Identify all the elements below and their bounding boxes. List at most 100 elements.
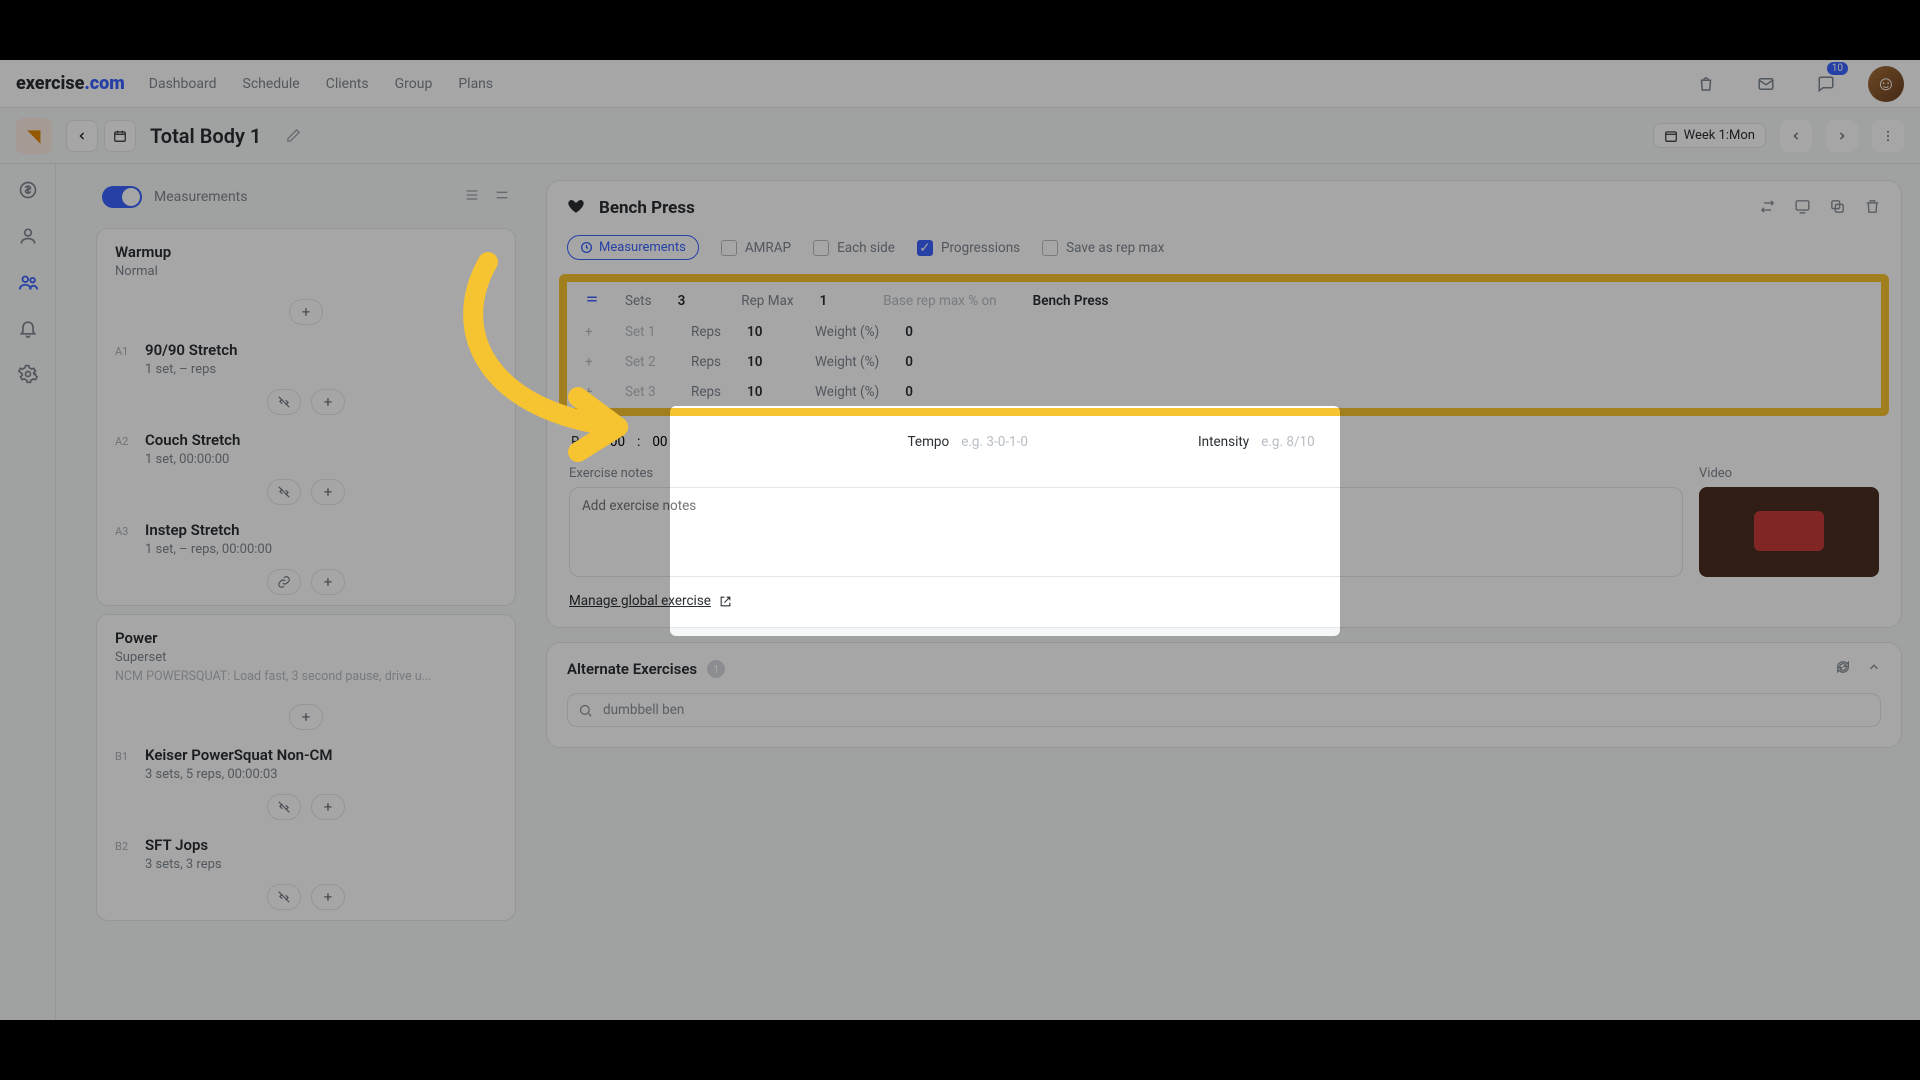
nav-schedule[interactable]: Schedule bbox=[243, 76, 300, 92]
brand-logo: exercise.com bbox=[16, 73, 125, 94]
unlink-button[interactable] bbox=[267, 884, 301, 910]
more-menu-button[interactable] bbox=[1872, 120, 1904, 152]
exercise-tag: B1 bbox=[115, 750, 137, 763]
week-selector[interactable]: Week 1:Mon bbox=[1653, 123, 1766, 148]
weight-value[interactable]: 0 bbox=[905, 384, 929, 400]
exercise-name[interactable]: 90/90 Stretch bbox=[145, 341, 237, 359]
add-button[interactable]: + bbox=[289, 299, 323, 325]
weight-value[interactable]: 0 bbox=[905, 324, 929, 340]
rail-group-icon[interactable] bbox=[16, 270, 40, 294]
bag-icon[interactable] bbox=[1688, 66, 1724, 102]
drag-icon[interactable] bbox=[585, 292, 599, 310]
link-button[interactable] bbox=[267, 569, 301, 595]
amrap-checkbox[interactable]: AMRAP bbox=[721, 240, 791, 256]
trash-icon[interactable] bbox=[1864, 198, 1881, 219]
chat-icon[interactable]: 10 bbox=[1808, 66, 1844, 102]
sets-label: Sets bbox=[625, 293, 652, 309]
save-rep-max-checkbox[interactable]: Save as rep max bbox=[1042, 240, 1164, 256]
rest-label: Rest bbox=[571, 434, 598, 450]
add-button[interactable]: + bbox=[289, 704, 323, 730]
weight-label: Weight (%) bbox=[815, 324, 879, 340]
rest-min[interactable]: 00 bbox=[610, 434, 625, 450]
nav-dashboard[interactable]: Dashboard bbox=[149, 76, 217, 92]
calendar-button[interactable] bbox=[104, 120, 136, 152]
exercise-title: Bench Press bbox=[599, 198, 695, 218]
collapse-icon[interactable] bbox=[1867, 659, 1881, 679]
add-button[interactable]: + bbox=[311, 479, 345, 505]
repmax-value[interactable]: 1 bbox=[820, 293, 828, 309]
each-side-checkbox[interactable]: Each side bbox=[813, 240, 895, 256]
add-button[interactable]: + bbox=[311, 794, 345, 820]
notes-textarea[interactable] bbox=[569, 487, 1683, 577]
copy-icon[interactable] bbox=[1829, 198, 1846, 219]
add-button[interactable]: + bbox=[311, 884, 345, 910]
exercise-name[interactable]: SFT Jops bbox=[145, 836, 208, 854]
prev-week-button[interactable] bbox=[1780, 120, 1812, 152]
unlink-button[interactable] bbox=[267, 389, 301, 415]
exercise-name[interactable]: Couch Stretch bbox=[145, 431, 240, 449]
exercise-meta: 1 set, – reps, 00:00:00 bbox=[145, 542, 497, 557]
reps-label: Reps bbox=[691, 384, 721, 400]
edit-title-icon[interactable] bbox=[275, 118, 311, 154]
swap-icon[interactable] bbox=[1759, 198, 1776, 219]
progressions-checkbox[interactable]: ✓Progressions bbox=[917, 240, 1020, 256]
refresh-icon[interactable] bbox=[1835, 659, 1851, 679]
unlink-button[interactable] bbox=[267, 479, 301, 505]
block-title: Warmup bbox=[115, 243, 497, 261]
exercise-meta: 1 set, – reps bbox=[145, 362, 497, 377]
add-set-icon[interactable]: + bbox=[585, 384, 599, 400]
mail-icon[interactable] bbox=[1748, 66, 1784, 102]
set-row: + Set 2 Reps 10 Weight (%) 0 bbox=[585, 340, 1863, 370]
exercise-name[interactable]: Keiser PowerSquat Non-CM bbox=[145, 746, 333, 764]
reps-value[interactable]: 10 bbox=[747, 354, 771, 370]
list-icon[interactable] bbox=[464, 187, 480, 207]
tempo-label: Tempo bbox=[908, 434, 950, 450]
rail-bell-icon[interactable] bbox=[16, 316, 40, 340]
repmax-label: Rep Max bbox=[741, 293, 793, 309]
notifications-badge: 10 bbox=[1827, 62, 1848, 75]
intensity-input[interactable]: e.g. 8/10 bbox=[1261, 434, 1315, 450]
video-thumbnail[interactable] bbox=[1699, 487, 1879, 577]
measurements-chip[interactable]: Measurements bbox=[567, 235, 699, 260]
avatar[interactable]: ☺ bbox=[1868, 66, 1904, 102]
rail-settings-icon[interactable] bbox=[16, 362, 40, 386]
rail-user-icon[interactable] bbox=[16, 224, 40, 248]
alt-search-input[interactable]: dumbbell ben bbox=[567, 693, 1881, 727]
rail-billing-icon[interactable] bbox=[16, 178, 40, 202]
screen-icon[interactable] bbox=[1794, 198, 1811, 219]
rest-separator: : bbox=[637, 434, 640, 450]
measurements-toggle[interactable] bbox=[102, 186, 142, 208]
next-week-button[interactable] bbox=[1826, 120, 1858, 152]
add-button[interactable]: + bbox=[311, 569, 345, 595]
base-repmax-value[interactable]: Bench Press bbox=[1033, 293, 1109, 309]
exercise-meta: 3 sets, 5 reps, 00:00:03 bbox=[145, 767, 497, 782]
add-button[interactable]: + bbox=[311, 389, 345, 415]
exercise-tag: A2 bbox=[115, 435, 137, 448]
compact-icon[interactable] bbox=[494, 187, 510, 207]
weight-label: Weight (%) bbox=[815, 354, 879, 370]
reps-label: Reps bbox=[691, 354, 721, 370]
set-row: + Set 1 Reps 10 Weight (%) 0 bbox=[585, 310, 1863, 340]
reps-label: Reps bbox=[691, 324, 721, 340]
video-label: Video bbox=[1699, 466, 1879, 481]
back-button[interactable] bbox=[66, 120, 98, 152]
weight-label: Weight (%) bbox=[815, 384, 879, 400]
rest-sec[interactable]: 00 bbox=[652, 434, 667, 450]
add-set-icon[interactable]: + bbox=[585, 324, 599, 340]
block-subtitle: Superset bbox=[115, 650, 497, 665]
sets-value[interactable]: 3 bbox=[678, 293, 686, 309]
nav-clients[interactable]: Clients bbox=[326, 76, 369, 92]
add-set-icon[interactable]: + bbox=[585, 354, 599, 370]
nav-group[interactable]: Group bbox=[395, 76, 433, 92]
reps-value[interactable]: 10 bbox=[747, 384, 771, 400]
tempo-input[interactable]: e.g. 3-0-1-0 bbox=[961, 434, 1028, 450]
nav-plans[interactable]: Plans bbox=[458, 76, 493, 92]
unlink-button[interactable] bbox=[267, 794, 301, 820]
weight-value[interactable]: 0 bbox=[905, 354, 929, 370]
heart-icon[interactable] bbox=[567, 197, 585, 219]
block-subtitle: Normal bbox=[115, 264, 497, 279]
block-note: NCM POWERSQUAT: Load fast, 3 second paus… bbox=[115, 669, 497, 684]
exercise-name[interactable]: Instep Stretch bbox=[145, 521, 239, 539]
manage-global-exercise-link[interactable]: Manage global exercise bbox=[547, 581, 1901, 609]
reps-value[interactable]: 10 bbox=[747, 324, 771, 340]
